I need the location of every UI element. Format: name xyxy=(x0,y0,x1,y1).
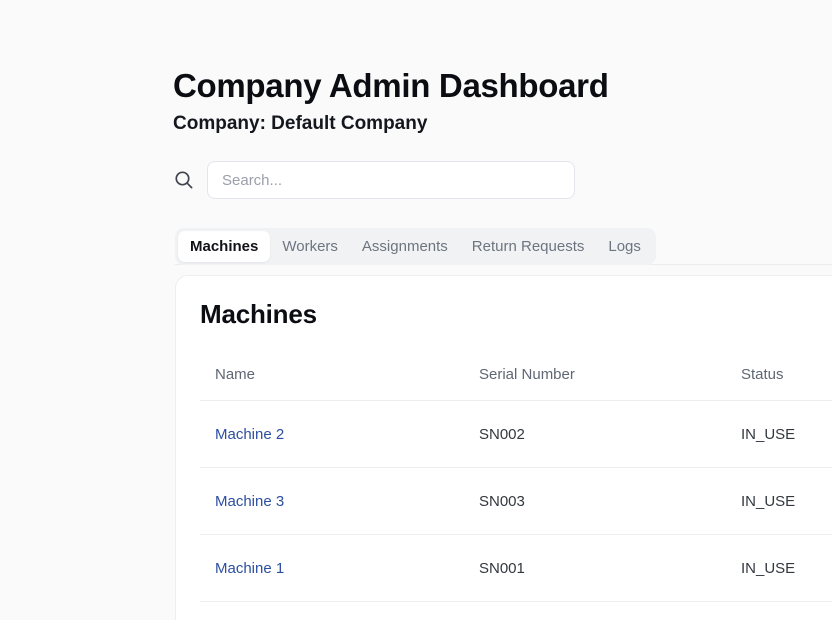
cell-status: IN_USE xyxy=(741,467,832,535)
machines-table: Name Serial Number Status Machine 2 SN00… xyxy=(200,358,832,602)
machine-link[interactable]: Machine 1 xyxy=(215,560,284,577)
column-header-status[interactable]: Status xyxy=(741,358,832,401)
table-row: Machine 1 SN001 IN_USE xyxy=(200,534,832,602)
tab-return-requests[interactable]: Return Requests xyxy=(460,231,597,262)
table-row: Machine 2 SN002 IN_USE xyxy=(200,400,832,468)
search-icon xyxy=(172,168,196,192)
table-body: Machine 2 SN002 IN_USE Machine 3 SN003 I… xyxy=(200,400,832,602)
search-input[interactable] xyxy=(207,161,575,199)
cell-status: IN_USE xyxy=(741,400,832,468)
machines-card: Machines Name Serial Number Status Machi… xyxy=(175,275,832,620)
page-header: Company Admin Dashboard Company: Default… xyxy=(173,67,832,136)
search-bar xyxy=(172,161,575,199)
dashboard-page: Company Admin Dashboard Company: Default… xyxy=(0,0,832,620)
column-header-name[interactable]: Name xyxy=(200,358,479,401)
card-title: Machines xyxy=(200,299,317,329)
cell-serial: SN003 xyxy=(479,467,741,535)
table-row: Machine 3 SN003 IN_USE xyxy=(200,467,832,535)
cell-name: Machine 2 xyxy=(200,400,479,468)
machine-link[interactable]: Machine 3 xyxy=(215,493,284,510)
cell-name: Machine 1 xyxy=(200,534,479,602)
tab-workers[interactable]: Workers xyxy=(270,231,350,262)
tab-list: Machines Workers Assignments Return Requ… xyxy=(175,228,656,265)
cell-serial: SN002 xyxy=(479,400,741,468)
table-header: Name Serial Number Status xyxy=(200,358,832,401)
company-subtitle: Company: Default Company xyxy=(173,112,428,134)
tab-assignments[interactable]: Assignments xyxy=(350,231,460,262)
column-header-serial[interactable]: Serial Number xyxy=(479,358,741,401)
tab-logs[interactable]: Logs xyxy=(596,231,653,262)
page-title: Company Admin Dashboard xyxy=(173,67,609,104)
table-header-row: Name Serial Number Status xyxy=(200,358,832,401)
cell-status: IN_USE xyxy=(741,534,832,602)
tab-machines[interactable]: Machines xyxy=(178,231,271,262)
cell-serial: SN001 xyxy=(479,534,741,602)
cell-name: Machine 3 xyxy=(200,467,479,535)
machine-link[interactable]: Machine 2 xyxy=(215,426,284,443)
